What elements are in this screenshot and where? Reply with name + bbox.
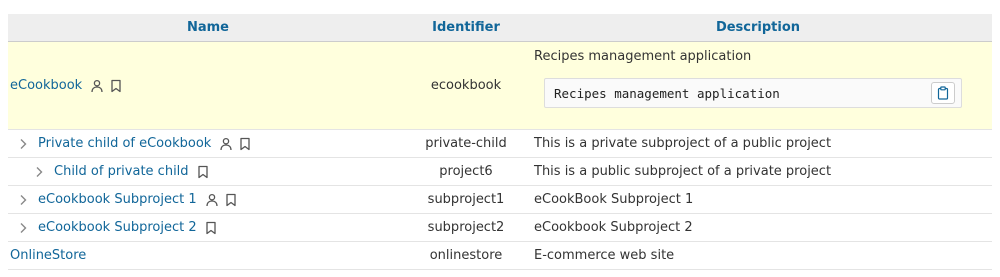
project-name-cell: OnlineStore xyxy=(8,241,408,270)
table-header-row: Name Identifier Description xyxy=(8,14,992,42)
project-name-wrapper: eCookbook Subproject 2 xyxy=(8,214,408,241)
chevron-right-icon[interactable] xyxy=(16,137,30,151)
project-link[interactable]: Private child of eCookbook xyxy=(38,136,211,151)
table-row: eCookbook Subproject 2 subproject2 eCookb… xyxy=(8,213,992,242)
project-name-cell: Private child of eCookbook xyxy=(8,129,408,158)
projects-table-container: Name Identifier Description eCookbook ec… xyxy=(8,14,992,270)
clipboard-icon xyxy=(937,86,949,100)
chevron-right-icon[interactable] xyxy=(16,221,30,235)
projects-table: Name Identifier Description eCookbook ec… xyxy=(8,14,992,270)
column-header-identifier[interactable]: Identifier xyxy=(408,14,524,42)
project-description-cell: E-commerce web site xyxy=(524,241,992,270)
project-name-wrapper: OnlineStore xyxy=(8,242,408,269)
project-link[interactable]: OnlineStore xyxy=(10,248,86,263)
table-row: Child of private child project6 This is a… xyxy=(8,157,992,186)
project-link[interactable]: eCookbook Subproject 2 xyxy=(38,220,197,235)
project-identifier: subproject1 xyxy=(408,185,524,214)
user-icon xyxy=(205,193,219,207)
chevron-right-icon[interactable] xyxy=(32,165,46,179)
project-description: eCookbook Subproject 2 xyxy=(534,220,693,235)
table-row: OnlineStore onlinestore E-commerce web sit… xyxy=(8,241,992,270)
project-identifier: onlinestore xyxy=(408,241,524,270)
chevron-right-icon[interactable] xyxy=(16,193,30,207)
project-description: Recipes management application xyxy=(534,49,752,64)
table-row: Private child of eCookbook private-child… xyxy=(8,129,992,158)
project-name-cell: eCookbook xyxy=(8,41,408,130)
bookmark-icon[interactable] xyxy=(205,221,217,235)
project-identifier: ecookbook xyxy=(408,41,524,130)
column-header-name[interactable]: Name xyxy=(8,14,408,42)
project-description: This is a public subproject of a private… xyxy=(534,164,832,179)
column-header-description[interactable]: Description xyxy=(524,14,992,42)
project-identifier: subproject2 xyxy=(408,213,524,242)
project-description-cell: eCookBook Subproject 1 xyxy=(524,185,992,214)
bookmark-icon[interactable] xyxy=(239,137,251,151)
bookmark-icon[interactable] xyxy=(197,165,209,179)
project-name-cell: eCookbook Subproject 2 xyxy=(8,213,408,242)
table-row: eCookbook Subproject 1 subproject1 eCookB… xyxy=(8,185,992,214)
project-name-wrapper: Private child of eCookbook xyxy=(8,130,408,157)
project-name-wrapper: eCookbook xyxy=(8,42,408,129)
project-identifier: private-child xyxy=(408,129,524,158)
user-icon xyxy=(219,137,233,151)
table-body: eCookbook ecookbook Recipes management ap… xyxy=(8,41,992,270)
project-description-cell: This is a private subproject of a public… xyxy=(524,129,992,158)
project-name-cell: Child of private child xyxy=(8,157,408,186)
project-identifier: project6 xyxy=(408,157,524,186)
bookmark-icon[interactable] xyxy=(225,193,237,207)
project-link[interactable]: eCookbook Subproject 1 xyxy=(38,192,197,207)
user-icon xyxy=(90,79,104,93)
project-description-cell: eCookbook Subproject 2 xyxy=(524,213,992,242)
project-description-cell: This is a public subproject of a private… xyxy=(524,157,992,186)
project-description: E-commerce web site xyxy=(534,248,675,263)
copy-to-clipboard-button[interactable] xyxy=(931,82,955,104)
code-block-text: Recipes management application xyxy=(554,86,780,101)
code-block: Recipes management application xyxy=(544,78,962,108)
project-link[interactable]: Child of private child xyxy=(54,164,189,179)
project-description: eCookBook Subproject 1 xyxy=(534,192,694,207)
project-link[interactable]: eCookbook xyxy=(10,78,82,93)
project-description: This is a private subproject of a public… xyxy=(534,136,832,151)
bookmark-icon[interactable] xyxy=(110,79,122,93)
project-description-cell: Recipes management application Recipes ma… xyxy=(524,41,992,130)
project-name-wrapper: Child of private child xyxy=(8,158,408,185)
table-row: eCookbook ecookbook Recipes management ap… xyxy=(8,41,992,130)
project-name-cell: eCookbook Subproject 1 xyxy=(8,185,408,214)
project-name-wrapper: eCookbook Subproject 1 xyxy=(8,186,408,213)
